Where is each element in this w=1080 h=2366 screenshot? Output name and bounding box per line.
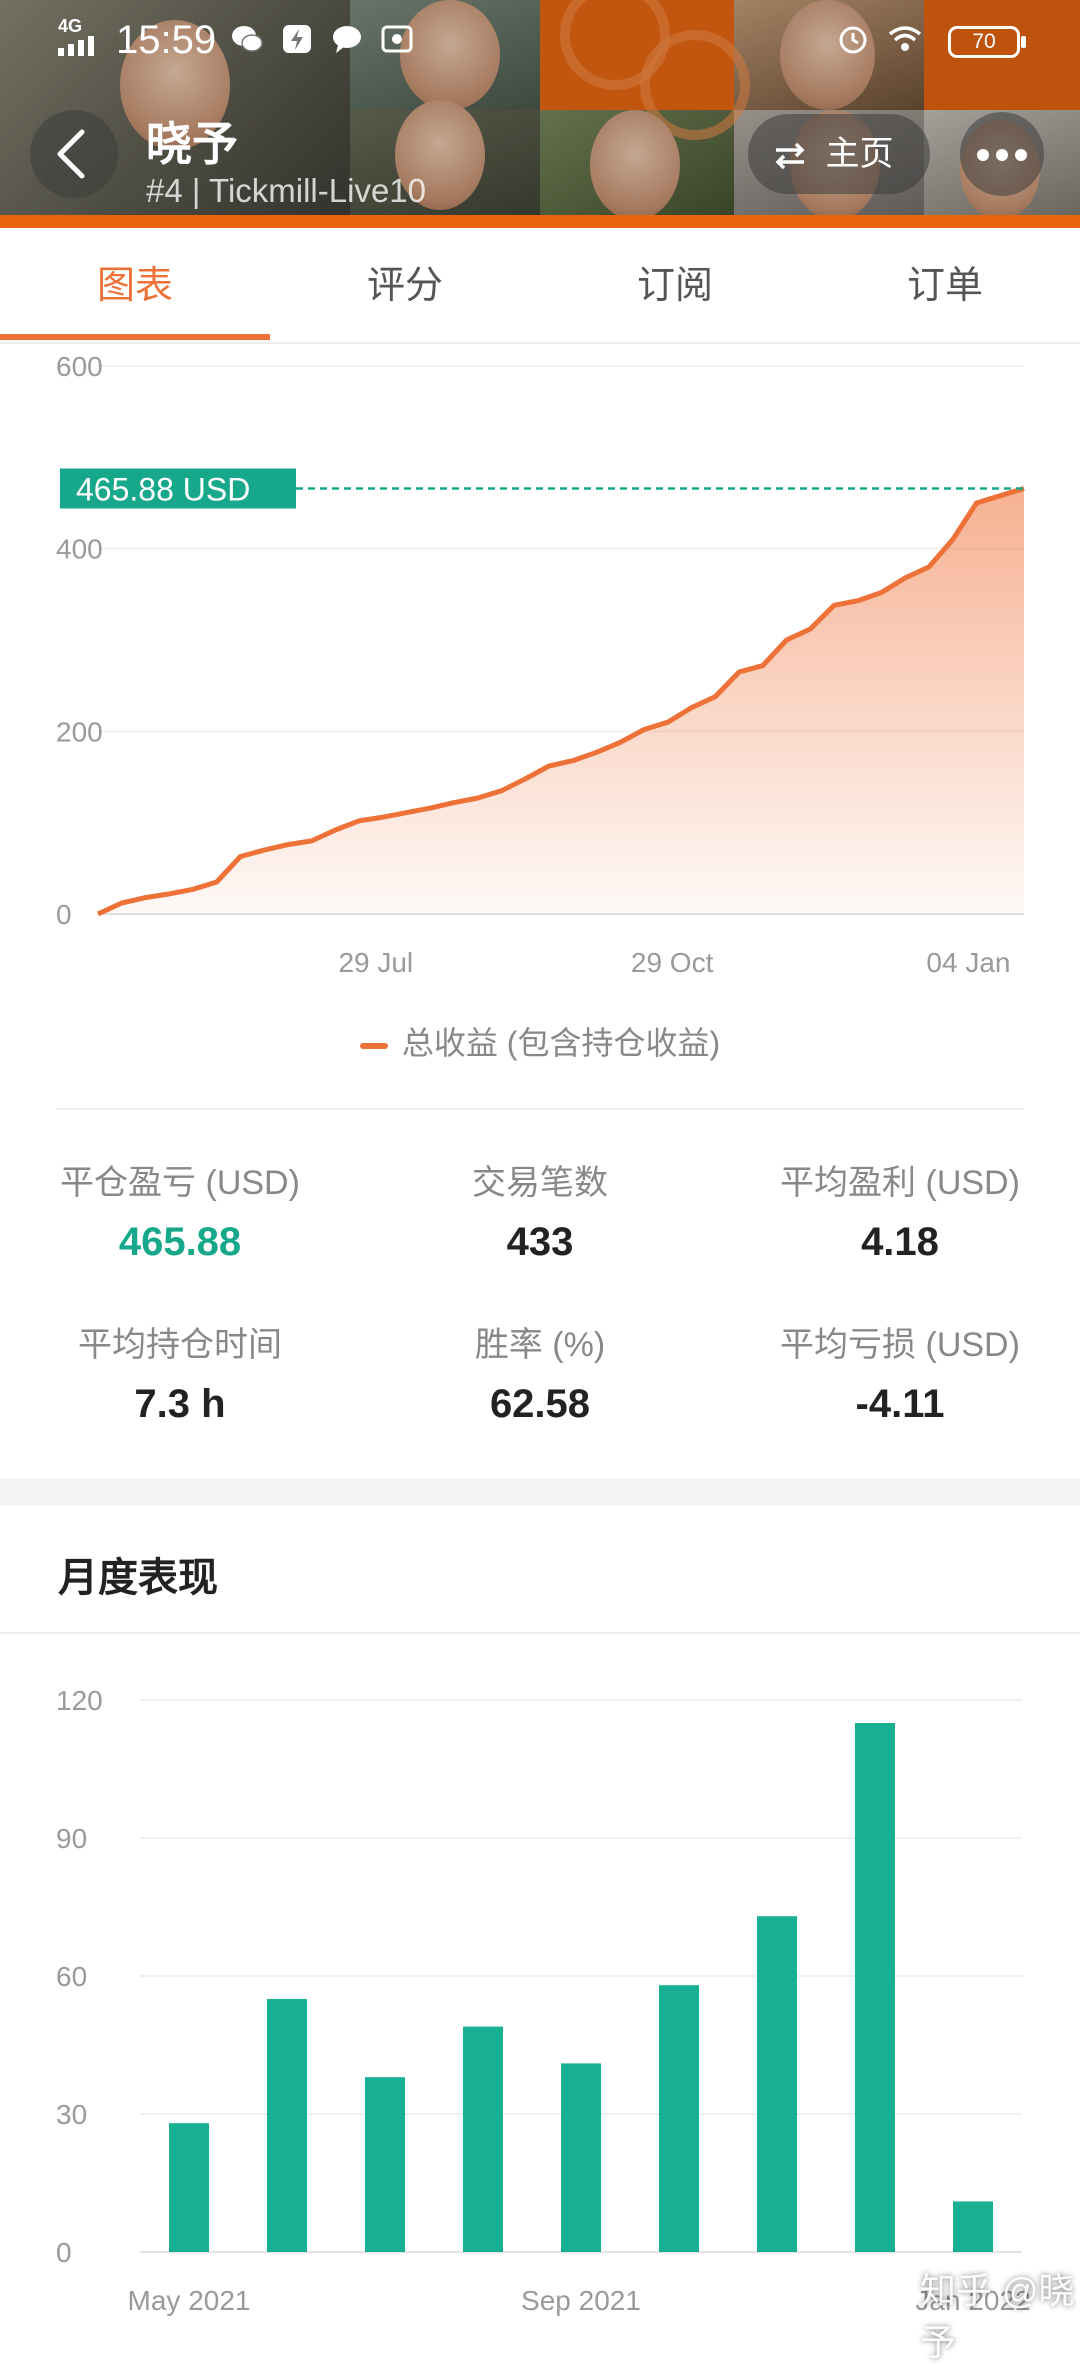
profile-header: 4G 15:59 70 晓予 #4 | Tickmill-Live10 主页 [0,0,1080,228]
section-title: 月度表现 [58,1556,218,1600]
current-value-label: 465.88 USD [76,471,250,507]
bar [169,2123,209,2252]
tab-rating[interactable]: 评分 [270,228,540,344]
bar [561,2063,601,2252]
flash-app-icon [283,25,311,53]
legend-label: 总收益 (包含持仓收益) [401,1025,721,1061]
equity-chart: 0 200 400 600 29 Jul 29 Oct 04 Jan 465.88 USD [56,351,1025,978]
stat-label: 胜率 (%) [474,1326,606,1364]
home-button-label: 主页 [825,135,894,173]
stat-win-rate: 胜率 (%) 62.58 [360,1317,720,1427]
account-subtitle: #4 | Tickmill-Live10 [146,172,427,209]
gallery-icon [381,25,413,53]
tab-bar: 图表 评分 订阅 订单 [0,228,1080,344]
x-tick-label: May 2021 [128,2285,251,2316]
stat-value: 433 [506,1220,574,1264]
section-separator [0,1478,1080,1506]
stat-value: 62.58 [489,1382,591,1426]
home-button[interactable]: 主页 [748,114,930,194]
y-tick-label: 60 [56,1961,87,1992]
stat-closed-pnl: 平仓盈亏 (USD) 465.88 [0,1155,360,1265]
battery-tip [1021,36,1026,48]
y-tick-label: 400 [56,534,103,565]
stat-label: 交易笔数 [472,1164,608,1202]
tab-subscribe[interactable]: 订阅 [540,228,810,344]
y-tick-label: 0 [56,2237,72,2268]
message-icon [333,26,361,53]
stat-value: 4.18 [861,1220,939,1264]
status-bar: 4G 15:59 70 [0,0,1080,80]
more-button[interactable] [960,112,1044,196]
x-tick-label: Sep 2021 [521,2285,641,2316]
y-tick-label: 30 [56,2099,87,2130]
wifi-icon [888,26,922,51]
divider [0,1632,1080,1634]
stat-label: 平仓盈亏 (USD) [60,1164,300,1202]
bar [855,1723,895,2252]
y-tick-label: 90 [56,1823,87,1854]
more-dot [1015,149,1027,161]
swap-icon [775,142,805,170]
more-dot [996,149,1008,161]
stat-value: -4.11 [855,1382,945,1426]
bar [365,2077,405,2252]
monthly-bar-chart: 0306090120 May 2021 Sep 2021 Jan 2022 [56,1685,1031,2316]
bar [757,1916,797,2252]
chevron-left-icon [57,129,85,179]
stat-label: 平均盈利 (USD) [780,1164,1020,1202]
header-accent-strip [0,215,1080,228]
wechat-icon [232,26,263,52]
bar [463,2026,503,2252]
battery-icon: 70 [948,26,1020,58]
stat-value: 465.88 [118,1220,242,1264]
watermark: 知乎 @晓予 [920,2270,1075,2363]
y-tick-label: 0 [56,899,72,930]
stat-trade-count: 交易笔数 433 [360,1155,720,1265]
stat-avg-profit: 平均盈利 (USD) 4.18 [720,1155,1080,1265]
more-dot [977,149,989,161]
stat-label: 平均亏损 (USD) [780,1326,1020,1364]
signal-icon [58,36,94,56]
y-tick-label: 600 [56,351,103,382]
legend-swatch [359,1042,388,1049]
page-title: 晓予 [146,118,238,170]
chart-legend[interactable]: 总收益 (包含持仓收益) [0,1018,1080,1064]
equity-area [98,488,1024,914]
tab-chart[interactable]: 图表 [0,228,270,344]
bar [659,1985,699,2252]
x-tick-label: 04 Jan [926,947,1010,978]
stat-avg-hold-time: 平均持仓时间 7.3 h [0,1317,360,1427]
stat-value: 7.3 h [134,1382,226,1426]
bar [267,1999,307,2252]
divider [56,1108,1024,1110]
tab-orders[interactable]: 订单 [810,228,1080,344]
x-tick-label: 29 Jul [338,947,413,978]
status-time: 15:59 [116,18,217,62]
x-tick-label: 29 Oct [631,947,714,978]
stat-avg-loss: 平均亏损 (USD) -4.11 [720,1317,1080,1427]
y-tick-label: 200 [56,716,103,747]
stat-label: 平均持仓时间 [78,1326,282,1364]
back-button[interactable] [30,110,118,198]
y-tick-label: 120 [56,1685,103,1716]
network-type: 4G [58,16,83,36]
alarm-icon [839,26,867,54]
bar [953,2201,993,2252]
